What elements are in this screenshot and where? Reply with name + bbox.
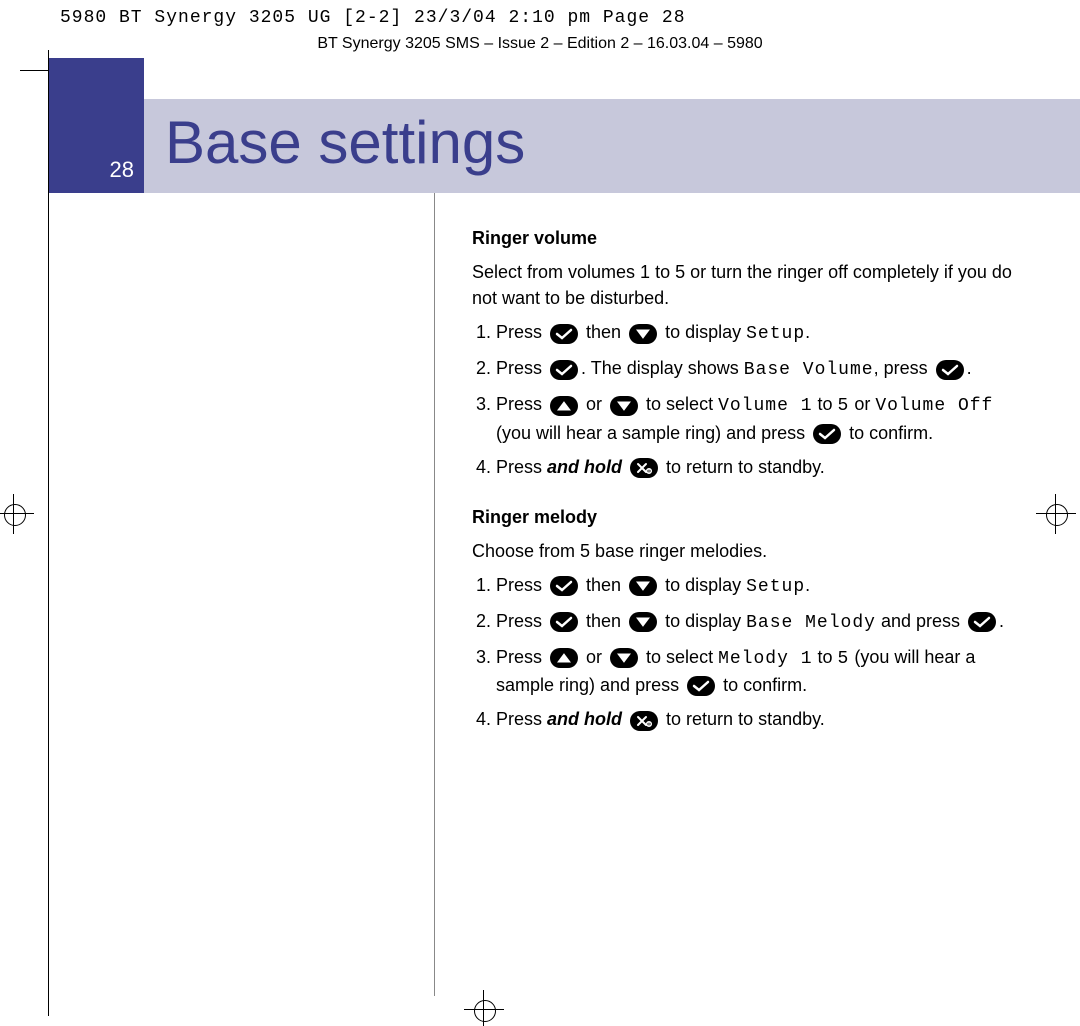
display-text: 5 (838, 649, 850, 669)
page-title: Base settings (165, 108, 525, 177)
registration-mark (0, 500, 28, 528)
body-text: Ringer volume Select from volumes 1 to 5 … (472, 225, 1012, 740)
ok-icon (968, 612, 996, 632)
crop-mark (20, 70, 48, 71)
display-text: Setup (746, 577, 805, 597)
step: Press then to display Base Melody and pr… (496, 608, 1012, 636)
ok-icon (550, 360, 578, 380)
display-text: 5 (838, 396, 850, 416)
registration-mark (470, 996, 498, 1024)
registration-mark (1042, 500, 1070, 528)
page-number-box: 28 (48, 58, 144, 193)
running-head: BT Synergy 3205 SMS – Issue 2 – Edition … (0, 35, 1080, 53)
down-icon (629, 324, 657, 344)
display-text: Volume 1 (718, 396, 812, 416)
cancel-icon (630, 711, 658, 731)
step: Press and hold to return to standby. (496, 454, 1012, 480)
cancel-icon (630, 458, 658, 478)
margin-rule (48, 58, 49, 1016)
display-text: Volume Off (875, 396, 993, 416)
ok-icon (813, 424, 841, 444)
step: Press or to select Melody 1 to 5 (you wi… (496, 644, 1012, 698)
ok-icon (687, 676, 715, 696)
down-icon (610, 648, 638, 668)
step: Press . The display shows Base Volume, p… (496, 355, 1012, 383)
ok-icon (550, 576, 578, 596)
section-heading: Ringer melody (472, 504, 1012, 530)
down-icon (629, 576, 657, 596)
section-intro: Choose from 5 base ringer melodies. (472, 538, 1012, 564)
down-icon (629, 612, 657, 632)
column-rule (434, 193, 435, 996)
page-number: 28 (48, 157, 134, 183)
emphasis: and hold (547, 709, 622, 729)
step-list: Press then to display Setup. Press . The … (472, 319, 1012, 479)
step: Press or to select Volume 1 to 5 or Volu… (496, 391, 1012, 445)
emphasis: and hold (547, 457, 622, 477)
ok-icon (936, 360, 964, 380)
ok-icon (550, 612, 578, 632)
section-heading: Ringer volume (472, 225, 1012, 251)
step: Press and hold to return to standby. (496, 706, 1012, 732)
display-text: Base Melody (746, 613, 876, 633)
ok-icon (550, 324, 578, 344)
display-text: Melody 1 (718, 649, 812, 669)
down-icon (610, 396, 638, 416)
page: 5980 BT Synergy 3205 UG [2-2] 23/3/04 2:… (0, 0, 1080, 1026)
step: Press then to display Setup. (496, 572, 1012, 600)
section-intro: Select from volumes 1 to 5 or turn the r… (472, 259, 1012, 311)
step-list: Press then to display Setup. Press then t… (472, 572, 1012, 732)
display-text: Base Volume (744, 360, 874, 380)
display-text: Setup (746, 324, 805, 344)
up-icon (550, 396, 578, 416)
up-icon (550, 648, 578, 668)
step: Press then to display Setup. (496, 319, 1012, 347)
print-slug: 5980 BT Synergy 3205 UG [2-2] 23/3/04 2:… (60, 8, 686, 28)
